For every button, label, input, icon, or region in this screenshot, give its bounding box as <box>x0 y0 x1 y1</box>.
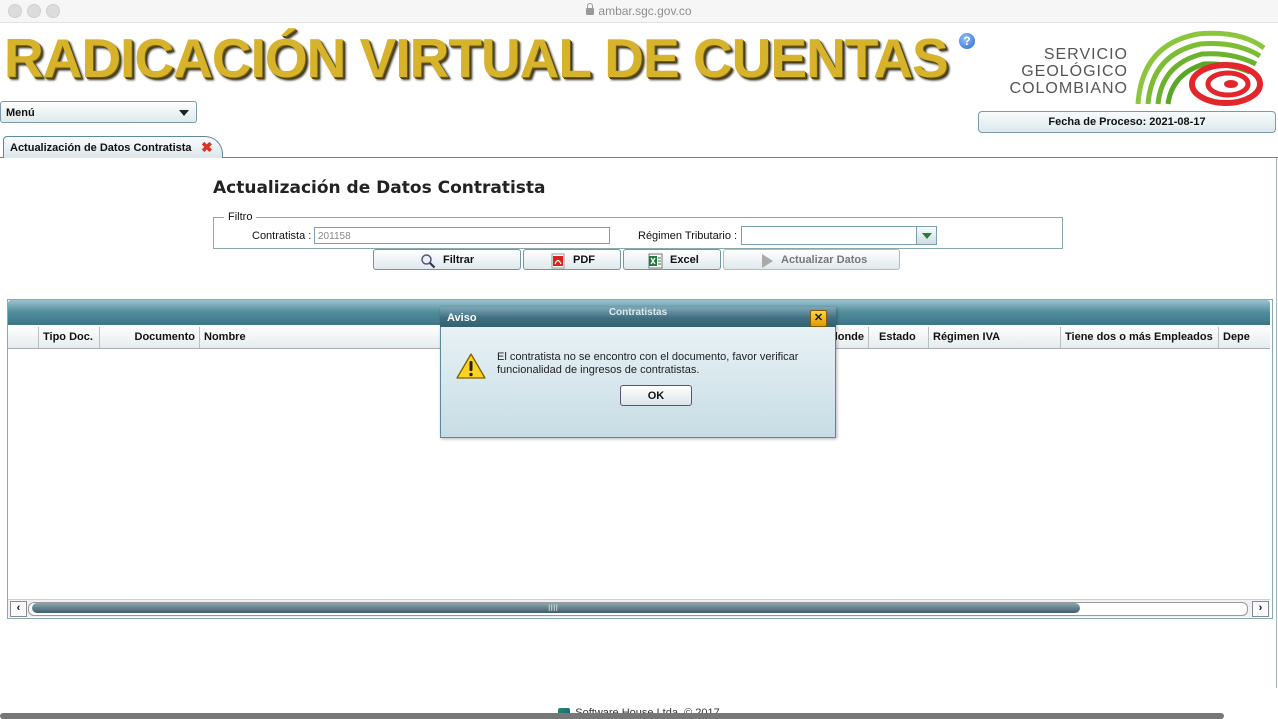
column-header-regimen-iva[interactable]: Régimen IVA <box>928 327 1060 348</box>
tab-label: Actualización de Datos Contratista <box>10 142 192 154</box>
dropdown-arrow-icon[interactable] <box>916 227 936 244</box>
excel-label: Excel <box>670 254 699 266</box>
scroll-left-icon[interactable]: ‹ <box>10 601 27 617</box>
chevron-down-icon <box>179 110 189 116</box>
filtrar-label: Filtrar <box>443 254 475 266</box>
logo-line-3: COLOMBIANO <box>1009 80 1128 97</box>
regimen-tributario-select[interactable] <box>741 226 937 245</box>
magnifier-icon <box>421 254 436 269</box>
warning-icon <box>456 353 486 379</box>
dialog-back-title: Contratistas <box>608 307 668 318</box>
url-text: ambar.sgc.gov.co <box>598 4 692 18</box>
actualizar-datos-button[interactable]: Actualizar Datos <box>723 249 900 270</box>
pdf-label: PDF <box>573 254 595 266</box>
sgc-logo-text: SERVICIO GEOLÓGICO COLOMBIANO <box>990 46 1128 97</box>
dialog-title: Aviso <box>447 312 477 324</box>
ok-button[interactable]: OK <box>620 385 692 406</box>
tab-actualizacion-datos[interactable]: Actualización de Datos Contratista ✖ <box>3 136 223 158</box>
play-arrow-icon <box>762 254 773 268</box>
column-header-depe[interactable]: Depe <box>1218 327 1270 348</box>
close-x-icon[interactable]: ✖ <box>201 140 213 154</box>
lock-icon <box>586 3 595 15</box>
actualizar-datos-label: Actualizar Datos <box>781 254 868 266</box>
pdf-icon <box>551 253 565 269</box>
pdf-button[interactable]: PDF <box>523 249 621 270</box>
filter-legend: Filtro <box>224 211 257 223</box>
column-header-estado[interactable]: Estado <box>868 327 928 348</box>
column-header-nombre[interactable]: Nombre <box>199 327 439 348</box>
logo-line-2: GEOLÓGICO <box>1021 63 1128 80</box>
excel-button[interactable]: Excel <box>623 249 721 270</box>
logo-line-1: SERVICIO <box>1043 46 1128 63</box>
menu-dropdown[interactable]: Menú <box>0 101 197 123</box>
address-bar[interactable]: ambar.sgc.gov.co <box>0 3 1278 18</box>
contratista-label: Contratista : <box>252 230 312 242</box>
column-header-tipo-doc[interactable]: Tipo Doc. <box>38 327 99 348</box>
contratista-input[interactable]: 201158 <box>314 227 610 244</box>
column-header-documento[interactable]: Documento <box>99 327 199 348</box>
dialog-message: El contratista no se encontro con el doc… <box>497 351 799 376</box>
horizontal-scrollbar[interactable]: ‹ IIII › <box>8 599 1270 617</box>
regimen-tributario-label: Régimen Tributario : <box>638 230 738 242</box>
scroll-grip: IIII <box>548 603 559 613</box>
page-title: Actualización de Datos Contratista <box>213 178 546 198</box>
content-border <box>1276 158 1277 688</box>
excel-icon <box>648 253 663 269</box>
scroll-right-icon[interactable]: › <box>1252 601 1269 617</box>
help-icon[interactable]: ? <box>959 33 975 49</box>
filtrar-button[interactable]: Filtrar <box>373 249 521 270</box>
fecha-proceso: Fecha de Proceso: 2021-08-17 <box>978 111 1276 133</box>
sgc-logo-icon <box>1135 30 1266 106</box>
menu-label: Menú <box>6 107 35 119</box>
page-scrollbar[interactable] <box>0 713 1224 719</box>
banner-title: RADICACIÓN VIRTUAL DE CUENTAS <box>4 27 949 89</box>
dialog-close-icon[interactable]: ✕ <box>810 310 827 327</box>
column-header-tiene-empleados[interactable]: Tiene dos o más Empleados <box>1060 327 1218 348</box>
